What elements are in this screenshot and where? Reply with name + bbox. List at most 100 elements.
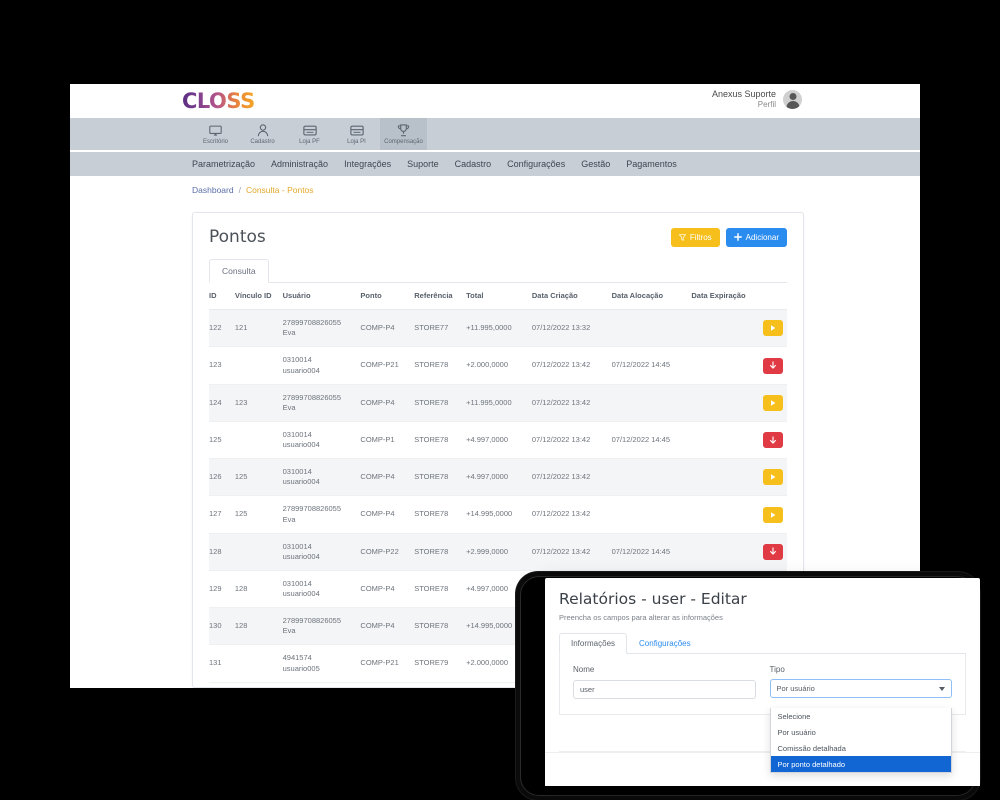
cell-vinculo-id: 123 (234, 384, 283, 422)
menu-item-integra-es[interactable]: Integrações (344, 159, 391, 169)
arrow-down-icon-button[interactable] (763, 357, 783, 374)
cell-referencia: STORE78 (414, 346, 467, 385)
cell-vinculo-id (234, 421, 283, 460)
breadcrumb-current[interactable]: Consulta - Pontos (246, 185, 314, 195)
menu-item-parametriza-o[interactable]: Parametrização (192, 159, 255, 169)
cell-data-expiracao (691, 533, 754, 571)
cell-usuario-name: Eva (282, 514, 296, 524)
trophy-icon (397, 124, 410, 138)
filtros-button[interactable]: Filtros (670, 227, 720, 247)
dropdown-option-selecione[interactable]: Selecione (771, 708, 952, 724)
icon-nav-item-escrit-rio[interactable]: Escritório (192, 118, 239, 150)
cell-usuario-name: usuario004 (282, 551, 320, 561)
adicionar-button[interactable]: Adicionar (725, 227, 787, 247)
cell-referencia: STORE77 (414, 309, 467, 348)
modal-subtitle: Preencha os campos para alterar as infor… (559, 613, 723, 622)
breadcrumb: Dashboard / Consulta - Pontos (70, 176, 920, 204)
cell-total: +2.999,0000 (466, 533, 532, 571)
cell-id: 129 (209, 570, 235, 609)
menu-item-cadastro[interactable]: Cadastro (455, 159, 492, 169)
play-icon-button[interactable] (763, 394, 783, 411)
cell-data-expiracao (691, 384, 754, 422)
tipo-label: Tipo (769, 665, 785, 674)
modal-tab-informa-es[interactable]: Informações (559, 633, 628, 654)
breadcrumb-separator: / (238, 185, 241, 195)
cell-actions (753, 533, 787, 571)
cell-vinculo-id: 128 (234, 570, 283, 609)
user-profile-block[interactable]: Anexus Suporte Perfil (712, 89, 802, 110)
cell-actions (753, 421, 787, 460)
icon-nav-item-loja-pf[interactable]: Loja PF (286, 118, 333, 150)
tab-consulta[interactable]: Consulta (209, 259, 269, 283)
cell-vinculo-id: 128 (234, 607, 283, 646)
cell-usuario-id: 27899708826055 (282, 616, 342, 626)
user-avatar-icon[interactable] (783, 90, 802, 110)
cell-id: 125 (209, 421, 235, 460)
table-row[interactable]: 126 125 0310014 usuario004 COMP-P4 STORE78 +4.… (209, 458, 787, 497)
table-row[interactable]: 123 0310014 usuario004 COMP-P21 STORE78 +2.00… (209, 346, 787, 385)
menu-item-administra-o[interactable]: Administração (271, 159, 328, 169)
person-icon (257, 124, 269, 138)
menu-item-gest-o[interactable]: Gestão (581, 159, 610, 169)
cell-vinculo-id (234, 346, 283, 385)
menu-item-configura-es[interactable]: Configurações (507, 159, 565, 169)
dropdown-option-por-ponto-detalhado[interactable]: Por ponto detalhado (770, 756, 951, 772)
menu-item-suporte[interactable]: Suporte (407, 159, 439, 169)
cell-usuario-name: usuario004 (282, 365, 320, 375)
table-header-actions (753, 283, 787, 311)
cell-ponto: COMP-P21 (360, 346, 415, 385)
icon-nav-label: Cadastro (250, 138, 275, 145)
cell-usuario-name: Eva (282, 328, 296, 338)
cell-referencia: STORE78 (414, 384, 467, 422)
dropdown-option-por-usu-rio[interactable]: Por usuário (771, 724, 952, 740)
cell-data-expiracao (691, 421, 754, 460)
play-icon-button[interactable] (763, 469, 783, 486)
menu-item-pagamentos[interactable]: Pagamentos (626, 159, 677, 169)
icon-nav-item-loja-pi[interactable]: Loja PI (333, 118, 380, 150)
cell-usuario-id: 0310014 (282, 541, 312, 551)
cell-usuario-id: 27899708826055 (282, 504, 342, 514)
icon-nav-label: Loja PF (299, 138, 320, 145)
breadcrumb-dashboard[interactable]: Dashboard (192, 185, 234, 195)
icon-nav-item-compensa-o[interactable]: Compensação (380, 118, 427, 150)
cell-id: 128 (209, 533, 235, 571)
table-header-ponto: Ponto (360, 283, 415, 311)
cell-usuario: 27899708826055 Eva (282, 309, 361, 348)
play-icon-button[interactable] (763, 506, 783, 523)
dropdown-option-comiss-o-detalhada[interactable]: Comissão detalhada (771, 740, 952, 756)
table-row[interactable]: 125 0310014 usuario004 COMP-P1 STORE78 +4.997… (209, 421, 787, 460)
cell-usuario-name: usuario005 (282, 663, 320, 673)
closs-logo: CLOSS (182, 89, 255, 113)
cell-id: 127 (209, 495, 235, 534)
tipo-select[interactable]: Por usuário (769, 679, 952, 698)
cell-usuario: 0310014 usuario004 (282, 533, 361, 571)
icon-nav-item-cadastro[interactable]: Cadastro (239, 118, 286, 150)
cell-data-criacao: 07/12/2022 13:42 (531, 458, 612, 497)
tipo-select-value: Por usuário (776, 684, 815, 693)
cell-actions (753, 458, 787, 497)
cell-referencia: STORE78 (414, 421, 467, 460)
cell-usuario: 0310014 usuario004 (282, 346, 361, 385)
cell-ponto: COMP-P4 (360, 495, 415, 534)
cell-usuario: 27899708826055 Eva (282, 384, 361, 422)
play-icon-button[interactable] (763, 320, 783, 337)
table-header-data-cria-o: Data Criação (531, 283, 612, 311)
table-row[interactable]: 124 123 27899708826055 Eva COMP-P4 STORE78 +11… (209, 384, 787, 422)
icon-navigation-bar: Escritório Cadastro Loja PF Loja PI Compensa… (70, 118, 920, 150)
cell-usuario-name: Eva (282, 626, 296, 636)
table-row[interactable]: 127 125 27899708826055 Eva COMP-P4 STORE78 +14… (209, 495, 787, 534)
table-header-data-expira-o: Data Expiração (691, 283, 754, 311)
table-row[interactable]: 128 0310014 usuario004 COMP-P22 STORE78 +2.99… (209, 533, 787, 571)
cell-usuario-name: usuario004 (282, 477, 320, 487)
nome-input[interactable] (573, 680, 756, 699)
cell-id: 126 (209, 458, 235, 497)
cell-referencia: STORE78 (414, 458, 467, 497)
table-row[interactable]: 122 121 27899708826055 Eva COMP-P4 STORE77 +11… (209, 309, 787, 348)
cell-actions (753, 309, 787, 348)
arrow-down-icon-button[interactable] (763, 543, 783, 560)
cell-ponto: COMP-P4 (360, 309, 415, 348)
modal-tab-configura-es[interactable]: Configurações (627, 633, 703, 654)
cell-ponto: COMP-P1 (360, 421, 415, 460)
cell-data-expiracao (691, 346, 754, 385)
arrow-down-icon-button[interactable] (763, 432, 783, 448)
